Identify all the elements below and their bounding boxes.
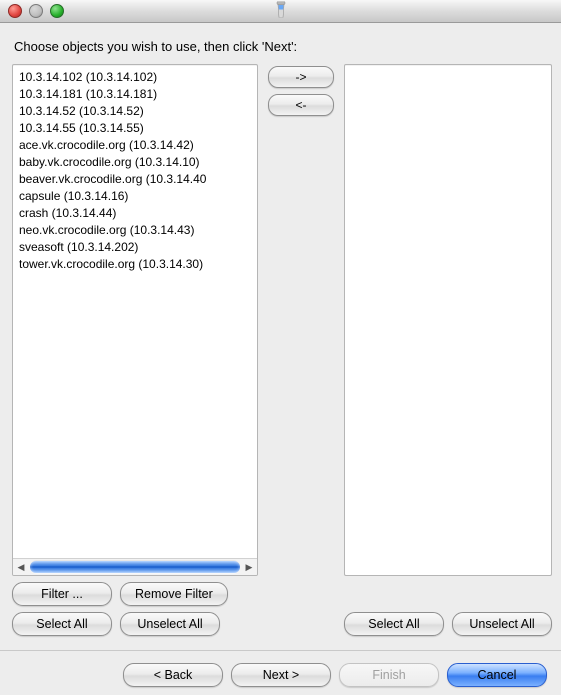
list-item[interactable]: neo.vk.crocodile.org (10.3.14.43) <box>19 222 253 239</box>
list-item[interactable]: ace.vk.crocodile.org (10.3.14.42) <box>19 137 253 154</box>
back-button[interactable]: < Back <box>123 663 223 687</box>
available-select-all-button[interactable]: Select All <box>12 612 112 636</box>
minimize-icon[interactable] <box>29 4 43 18</box>
window-controls <box>0 4 64 18</box>
next-button[interactable]: Next > <box>231 663 331 687</box>
zoom-icon[interactable] <box>50 4 64 18</box>
scroll-right-icon[interactable]: ▶ <box>241 559 257 575</box>
instruction-label: Choose objects you wish to use, then cli… <box>14 39 547 54</box>
list-item[interactable]: tower.vk.crocodile.org (10.3.14.30) <box>19 256 253 273</box>
move-left-button[interactable]: <- <box>268 94 334 116</box>
window-body: Choose objects you wish to use, then cli… <box>0 23 561 684</box>
available-select-row: Select All Unselect All <box>12 612 258 636</box>
available-filter-row: Filter ... Remove Filter <box>12 582 258 606</box>
selected-select-all-button[interactable]: Select All <box>344 612 444 636</box>
close-icon[interactable] <box>8 4 22 18</box>
horizontal-scrollbar[interactable]: ◀ ▶ <box>13 558 257 575</box>
list-item[interactable]: 10.3.14.52 (10.3.14.52) <box>19 103 253 120</box>
list-item[interactable]: sveasoft (10.3.14.202) <box>19 239 253 256</box>
scroll-left-icon[interactable]: ◀ <box>13 559 29 575</box>
columns: 10.3.14.102 (10.3.14.102)10.3.14.181 (10… <box>12 64 549 636</box>
list-item[interactable]: 10.3.14.181 (10.3.14.181) <box>19 86 253 103</box>
scroll-thumb[interactable] <box>30 561 240 573</box>
list-item[interactable]: 10.3.14.102 (10.3.14.102) <box>19 69 253 86</box>
move-right-button[interactable]: -> <box>268 66 334 88</box>
selected-panel: . Select All Unselect All <box>344 64 552 636</box>
move-buttons: -> <- <box>268 64 334 636</box>
list-item[interactable]: 10.3.14.55 (10.3.14.55) <box>19 120 253 137</box>
available-listbox[interactable]: 10.3.14.102 (10.3.14.102)10.3.14.181 (10… <box>12 64 258 576</box>
list-item[interactable]: beaver.vk.crocodile.org (10.3.14.40 <box>19 171 253 188</box>
available-unselect-all-button[interactable]: Unselect All <box>120 612 220 636</box>
scroll-track[interactable] <box>30 560 240 574</box>
selected-unselect-all-button[interactable]: Unselect All <box>452 612 552 636</box>
list-item[interactable]: baby.vk.crocodile.org (10.3.14.10) <box>19 154 253 171</box>
available-panel: 10.3.14.102 (10.3.14.102)10.3.14.181 (10… <box>12 64 258 636</box>
cancel-button[interactable]: Cancel <box>447 663 547 687</box>
title-icon <box>274 2 288 21</box>
list-item[interactable]: crash (10.3.14.44) <box>19 205 253 222</box>
selected-select-row: Select All Unselect All <box>344 612 552 636</box>
finish-button: Finish <box>339 663 439 687</box>
filter-button[interactable]: Filter ... <box>12 582 112 606</box>
titlebar <box>0 0 561 23</box>
list-item[interactable]: capsule (10.3.14.16) <box>19 188 253 205</box>
wizard-footer: < Back Next > Finish Cancel <box>0 650 561 695</box>
selected-listbox[interactable] <box>344 64 552 576</box>
remove-filter-button[interactable]: Remove Filter <box>120 582 228 606</box>
